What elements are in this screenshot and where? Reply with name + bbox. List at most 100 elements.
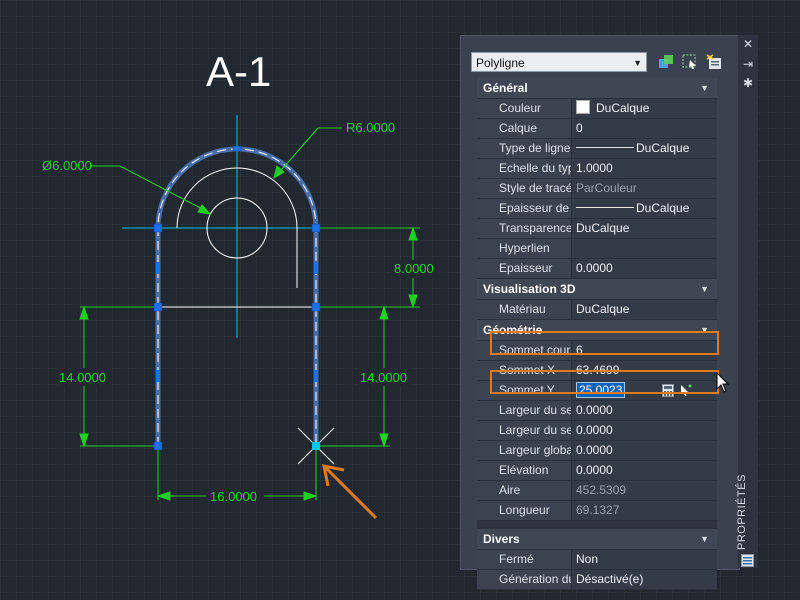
category-general-label: Général xyxy=(483,81,528,95)
prop-row[interactable]: Couleur DuCalque xyxy=(477,99,717,119)
prop-row[interactable]: Matériau DuCalque xyxy=(477,300,717,320)
prop-label: Type de ligne xyxy=(477,139,572,158)
prop-label: Echelle du typ... xyxy=(477,159,572,178)
prop-row[interactable]: Hyperlien xyxy=(477,239,717,259)
toggle-pickadd-icon[interactable] xyxy=(657,53,675,71)
prop-value: 69.1327 xyxy=(572,501,717,520)
color-swatch-icon xyxy=(576,100,590,114)
chevron-down-icon: ▼ xyxy=(700,83,709,93)
category-visualisation-3d[interactable]: Visualisation 3D ▼ xyxy=(477,279,717,300)
prop-label: Largeur globale xyxy=(477,441,572,460)
prop-value[interactable]: 0.0000 xyxy=(572,421,717,440)
prop-label: Epaisseur xyxy=(477,259,572,278)
prop-row[interactable]: Type de ligne DuCalque xyxy=(477,139,717,159)
category-misc-label: Divers xyxy=(483,532,520,546)
prop-value[interactable]: 0.0000 xyxy=(572,401,717,420)
prop-value: 0 xyxy=(572,119,717,138)
close-icon[interactable]: ✕ xyxy=(741,37,755,51)
object-type-value: Polyligne xyxy=(476,56,525,70)
quick-select-icon[interactable] xyxy=(705,53,723,71)
chevron-down-icon: ▼ xyxy=(633,58,642,68)
prop-row[interactable]: Génération du... Désactivé(e) xyxy=(477,570,717,590)
category-misc[interactable]: Divers ▼ xyxy=(477,529,717,550)
dim-diameter[interactable]: Ø6.0000 xyxy=(42,158,92,173)
prop-value: DuCalque xyxy=(636,201,690,215)
drawing-title: A-1 xyxy=(206,48,272,95)
prop-row[interactable]: Sommet X 63.4699 xyxy=(477,361,717,381)
calculator-icon[interactable] xyxy=(662,384,674,397)
prop-value[interactable]: Désactivé(e) xyxy=(572,570,717,589)
prop-value: DuCalque xyxy=(572,300,717,319)
prop-value: DuCalque xyxy=(636,141,690,155)
prop-label: Transparence xyxy=(477,219,572,238)
dim-right-height[interactable]: 14.0000 xyxy=(360,370,407,385)
prop-value: ParCouleur xyxy=(572,179,717,198)
properties-palette[interactable]: Polyligne ▼ Général ▼ Couleur DuCalque C… xyxy=(460,35,740,590)
dim-vertical-top[interactable]: 8.0000 xyxy=(394,261,434,276)
prop-value[interactable]: 6 xyxy=(572,341,717,360)
object-type-select[interactable]: Polyligne ▼ xyxy=(471,52,647,72)
prop-label: Matériau xyxy=(477,300,572,319)
vertex-y-input[interactable]: 25.0023 xyxy=(576,382,626,398)
prop-label: Sommet courant xyxy=(477,341,572,360)
category-visual3d-label: Visualisation 3D xyxy=(483,282,576,296)
prop-row[interactable]: Epaisseur de li... DuCalque xyxy=(477,199,717,219)
prop-value: DuCalque xyxy=(596,101,650,115)
dim-bottom-width[interactable]: 16.0000 xyxy=(210,489,257,504)
prop-label: Calque xyxy=(477,119,572,138)
prop-value[interactable]: 0.0000 xyxy=(572,441,717,460)
prop-value xyxy=(572,239,717,258)
prop-label: Fermé xyxy=(477,550,572,569)
prop-label: Elévation xyxy=(477,461,572,480)
prop-row[interactable]: Largeur du seg... 0.0000 xyxy=(477,421,717,441)
prop-row[interactable]: Fermé Non xyxy=(477,550,717,570)
prop-label: Epaisseur de li... xyxy=(477,199,572,218)
gear-icon[interactable]: ✱ xyxy=(741,76,755,90)
pick-point-icon[interactable] xyxy=(680,384,692,397)
linetype-preview-icon xyxy=(576,147,634,148)
prop-label: Style de tracé xyxy=(477,179,572,198)
prop-label: Hyperlien xyxy=(477,239,572,258)
auto-hide-icon[interactable]: ⇥ xyxy=(741,57,755,71)
prop-row[interactable]: Largeur du seg... 0.0000 xyxy=(477,401,717,421)
lineweight-preview-icon xyxy=(576,207,634,208)
prop-row[interactable]: Largeur globale 0.0000 xyxy=(477,441,717,461)
vertex-grip-hot[interactable] xyxy=(312,442,320,450)
dim-left-height[interactable]: 14.0000 xyxy=(59,370,106,385)
chevron-down-icon: ▼ xyxy=(700,325,709,335)
prop-row[interactable]: Epaisseur 0.0000 xyxy=(477,259,717,279)
prop-row[interactable]: Echelle du typ... 1.0000 xyxy=(477,159,717,179)
category-geometry-label: Géométrie xyxy=(483,323,543,337)
prop-row[interactable]: Elévation 0.0000 xyxy=(477,461,717,481)
prop-value: 0.0000 xyxy=(572,259,717,278)
prop-value[interactable]: 63.4699 xyxy=(572,361,717,380)
prop-row[interactable]: Transparence DuCalque xyxy=(477,219,717,239)
prop-row-current-vertex[interactable]: Sommet courant 6 xyxy=(477,341,717,361)
dim-radius[interactable]: R6.0000 xyxy=(346,120,395,135)
prop-value[interactable]: 0.0000 xyxy=(572,461,717,480)
category-geometry[interactable]: Géométrie ▼ xyxy=(477,320,717,341)
select-objects-icon[interactable] xyxy=(681,53,699,71)
category-general[interactable]: Général ▼ xyxy=(477,78,717,99)
prop-label: Sommet Y xyxy=(477,381,572,400)
prop-row-vertex-y[interactable]: Sommet Y 25.0023 xyxy=(477,381,717,401)
properties-grid: Général ▼ Couleur DuCalque Calque 0 Type… xyxy=(477,78,717,590)
prop-value: 452.5309 xyxy=(572,481,717,500)
prop-row[interactable]: Aire 452.5309 xyxy=(477,481,717,501)
prop-label: Couleur xyxy=(477,99,572,118)
properties-icon[interactable] xyxy=(741,554,754,567)
prop-row[interactable]: Style de tracé ParCouleur xyxy=(477,179,717,199)
prop-row[interactable]: Longueur 69.1327 xyxy=(477,501,717,521)
chevron-down-icon: ▼ xyxy=(700,284,709,294)
palette-title: PROPRIÉTÉS xyxy=(736,474,748,550)
prop-label: Longueur xyxy=(477,501,572,520)
chevron-down-icon: ▼ xyxy=(700,534,709,544)
prop-label: Aire xyxy=(477,481,572,500)
mouse-pointer-icon xyxy=(716,372,730,393)
prop-label: Largeur du seg... xyxy=(477,421,572,440)
prop-label: Génération du... xyxy=(477,570,572,589)
prop-label: Largeur du seg... xyxy=(477,401,572,420)
prop-row[interactable]: Calque 0 xyxy=(477,119,717,139)
prop-value: 1.0000 xyxy=(572,159,717,178)
prop-value[interactable]: Non xyxy=(572,550,717,569)
